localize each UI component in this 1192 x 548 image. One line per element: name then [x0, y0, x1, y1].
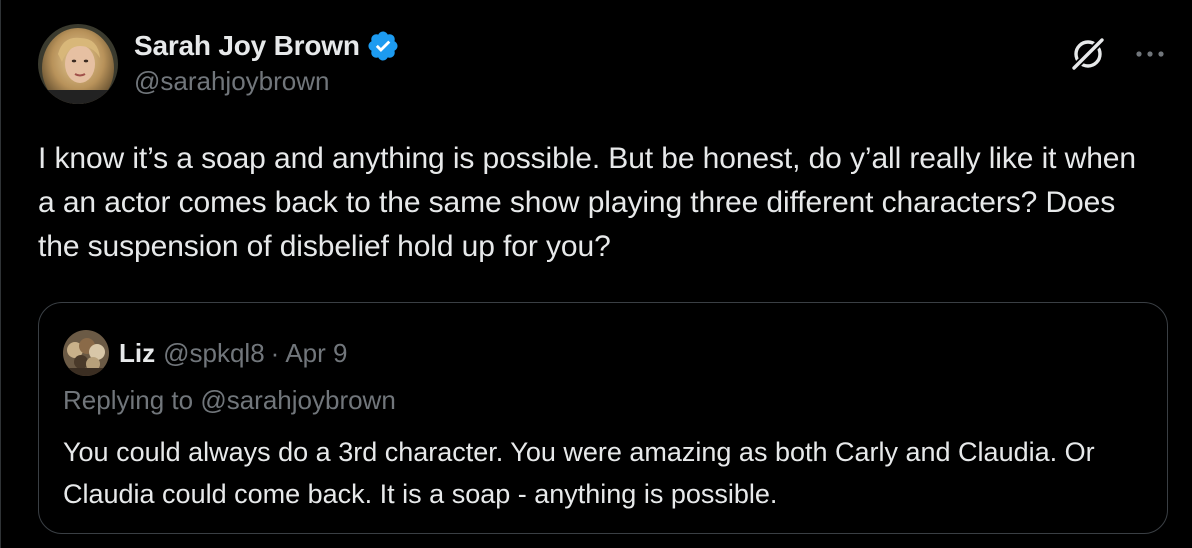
quoted-date[interactable]: Apr 9 — [285, 338, 347, 369]
author-avatar[interactable] — [38, 24, 118, 104]
quoted-author-handle[interactable]: @spkql8 — [163, 338, 265, 369]
author-names: Sarah Joy Brown @sarahjoybrown — [134, 28, 400, 97]
replying-mention[interactable]: @sarahjoybrown — [200, 385, 395, 415]
grok-icon[interactable] — [1068, 34, 1108, 74]
quoted-author-avatar[interactable] — [63, 330, 109, 376]
tweet-card: Sarah Joy Brown @sarahjoybrown I know it… — [0, 0, 1192, 548]
author-handle[interactable]: @sarahjoybrown — [134, 66, 400, 97]
tweet-actions — [1068, 34, 1168, 74]
verified-badge-icon[interactable] — [366, 29, 400, 63]
name-row: Sarah Joy Brown — [134, 28, 400, 64]
quoted-separator: · — [270, 337, 280, 368]
replying-prefix: Replying to — [63, 385, 194, 415]
avatar-photo-icon — [38, 24, 118, 104]
quoted-tweet[interactable]: Liz @spkql8 · Apr 9 Replying to @sarahjo… — [38, 302, 1168, 534]
quoted-tweet-header: Liz @spkql8 · Apr 9 — [63, 329, 348, 377]
tweet-text: I know it’s a soap and anything is possi… — [38, 142, 1136, 263]
replying-to: Replying to @sarahjoybrown — [63, 385, 396, 416]
more-options-icon[interactable] — [1132, 36, 1168, 72]
tweet-header: Sarah Joy Brown @sarahjoybrown — [38, 24, 1168, 106]
quoted-author-name[interactable]: Liz — [119, 338, 155, 369]
author-display-name[interactable]: Sarah Joy Brown — [134, 30, 360, 62]
quoted-tweet-text: You could always do a 3rd character. You… — [63, 437, 1095, 509]
quoted-avatar-photo-icon — [63, 330, 109, 376]
